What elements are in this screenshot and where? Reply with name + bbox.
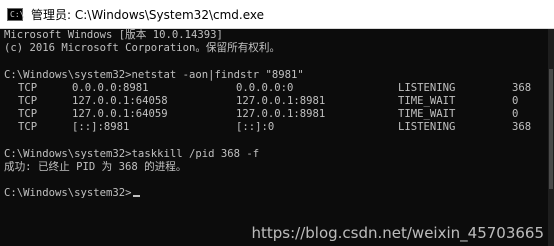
netstat-proto: TCP xyxy=(18,108,38,121)
window-title: 管理员: C:\Windows\System32\cmd.exe xyxy=(31,7,264,22)
netstat-state: TIME_WAIT xyxy=(398,94,456,107)
console-prompt-line[interactable]: C:\Windows\system32> xyxy=(4,187,548,200)
netstat-local-address: 0.0.0.0:8981 xyxy=(72,81,149,94)
cmd-window: C:\ 管理员: C:\Windows\System32\cmd.exe Mic… xyxy=(0,0,554,246)
netstat-pid: 0 xyxy=(512,108,519,121)
netstat-local-address: 127.0.0.1:64059 xyxy=(72,108,168,121)
console-line: 成功: 已终止 PID 为 368 的进程。 xyxy=(4,160,187,173)
netstat-state: TIME_WAIT xyxy=(398,108,456,121)
netstat-local-address: 127.0.0.1:64058 xyxy=(72,94,168,107)
netstat-proto: TCP xyxy=(18,81,38,94)
netstat-row: TCP [::]:8981 [::]:0 LISTENING 368 xyxy=(4,121,548,134)
text-cursor xyxy=(132,195,140,198)
netstat-state: LISTENING xyxy=(398,81,456,94)
netstat-row: TCP 0.0.0.0:8981 0.0.0.0:0 LISTENING 368 xyxy=(4,82,548,95)
netstat-state: LISTENING xyxy=(398,121,456,134)
netstat-row: TCP 127.0.0.1:64058 127.0.0.1:8981 TIME_… xyxy=(4,95,548,108)
netstat-proto: TCP xyxy=(18,94,38,107)
scrollbar-thumb[interactable] xyxy=(549,69,553,189)
netstat-local-address: [::]:8981 xyxy=(72,121,130,134)
console-output[interactable]: Microsoft Windows [版本 10.0.14393] (c) 20… xyxy=(0,29,548,246)
netstat-row: TCP 127.0.0.1:64059 127.0.0.1:8981 TIME_… xyxy=(4,108,548,121)
console-line: (c) 2016 Microsoft Corporation。保留所有权利。 xyxy=(4,42,281,55)
netstat-pid: 0 xyxy=(512,94,519,107)
netstat-foreign-address: 127.0.0.1:8981 xyxy=(236,94,326,107)
console-line: Microsoft Windows [版本 10.0.14393] xyxy=(4,29,223,41)
netstat-pid: 368 xyxy=(512,121,532,134)
vertical-scrollbar[interactable] xyxy=(548,29,554,246)
watermark: https://blog.csdn.net/weixin_45703665 xyxy=(251,224,544,242)
title-bar[interactable]: C:\ 管理员: C:\Windows\System32\cmd.exe xyxy=(0,0,554,29)
netstat-foreign-address: 0.0.0.0:0 xyxy=(236,81,294,94)
console-line: C:\Windows\system32>taskkill /pid 368 -f xyxy=(4,147,260,160)
netstat-foreign-address: 127.0.0.1:8981 xyxy=(236,108,326,121)
netstat-foreign-address: [::]:0 xyxy=(236,121,275,134)
netstat-pid: 368 xyxy=(512,81,532,94)
cmd-icon: C:\ xyxy=(7,7,24,21)
console-line: C:\Windows\system32>netstat -aon|findstr… xyxy=(4,68,304,81)
netstat-proto: TCP xyxy=(18,121,38,134)
